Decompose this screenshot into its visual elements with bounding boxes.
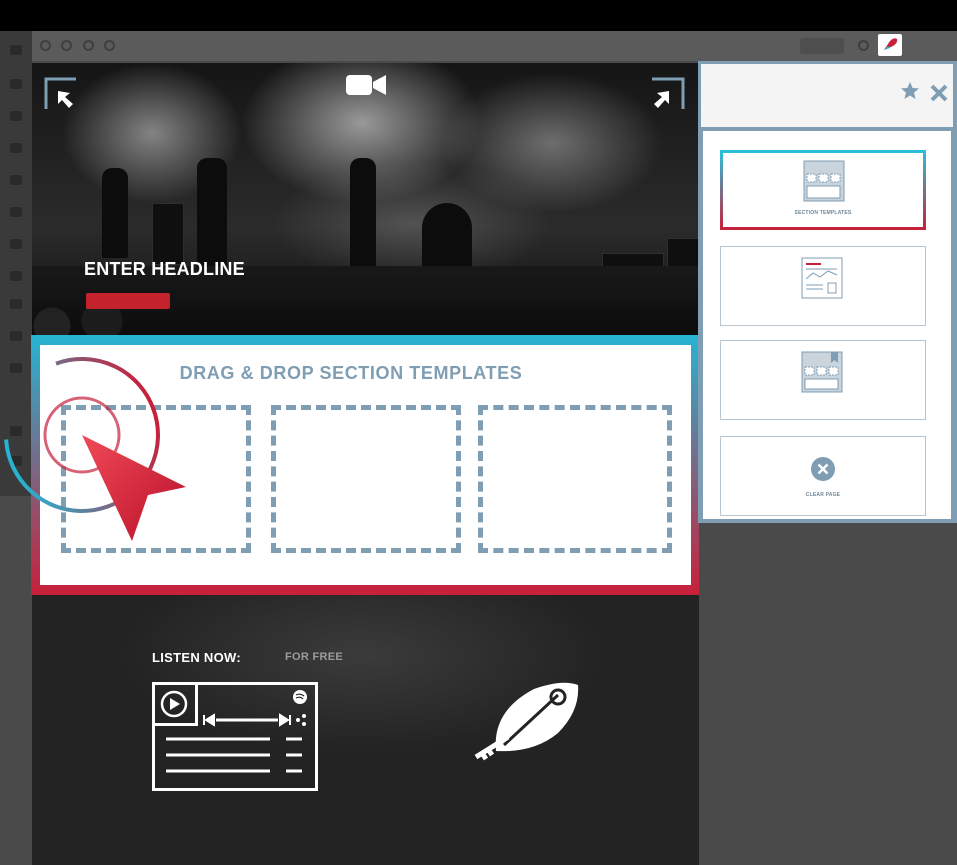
- star-icon[interactable]: [900, 81, 920, 100]
- video-camera-icon: [346, 75, 386, 95]
- clear-page-icon: [811, 457, 835, 481]
- drag-cursor-icon: [4, 357, 186, 541]
- card-page-template[interactable]: [720, 246, 926, 326]
- undo-icon[interactable]: [61, 40, 72, 51]
- listen-section: LISTEN NOW: FOR FREE: [32, 595, 699, 865]
- card-bookmark-template[interactable]: [720, 340, 926, 420]
- page-template-icon: [801, 257, 843, 299]
- hero-headline[interactable]: ENTER HEADLINE: [84, 259, 245, 280]
- band-member: [197, 158, 227, 268]
- sidebar-icon[interactable]: [10, 299, 22, 309]
- panel-header: [701, 64, 953, 127]
- top-black-bar: [0, 0, 957, 31]
- templates-panel: SECTION TEMPLATES CLEAR PAGE: [698, 61, 957, 523]
- sidebar-icon[interactable]: [10, 143, 22, 153]
- card-label: CLEAR PAGE: [805, 492, 841, 498]
- feather-key-logo-icon: [474, 682, 579, 761]
- hero-section: ENTER HEADLINE: [32, 63, 699, 336]
- settings-icon[interactable]: [40, 40, 51, 51]
- drop-slot[interactable]: [271, 405, 461, 553]
- music-player-icon[interactable]: [152, 682, 318, 791]
- section-templates-icon: [803, 160, 845, 202]
- sidebar-icon[interactable]: [10, 175, 22, 185]
- drum-kit: [422, 203, 472, 273]
- hero-cta-bar[interactable]: [86, 293, 170, 309]
- publish-button[interactable]: [800, 38, 844, 54]
- redo-icon[interactable]: [83, 40, 94, 51]
- sidebar-icon[interactable]: [10, 45, 22, 55]
- sidebar-icon[interactable]: [10, 331, 22, 341]
- arrow-up-right-icon[interactable]: [650, 77, 686, 113]
- listen-sub: FOR FREE: [285, 651, 344, 663]
- panel-body: SECTION TEMPLATES CLEAR PAGE: [703, 131, 951, 519]
- close-icon[interactable]: [930, 84, 948, 102]
- stage-speaker: [152, 203, 184, 265]
- sidebar-icon[interactable]: [10, 271, 22, 281]
- sidebar-icon[interactable]: [10, 79, 22, 89]
- plugin-button[interactable]: [878, 34, 902, 56]
- card-label: SECTION TEMPLATES: [794, 210, 852, 216]
- sidebar-icon[interactable]: [10, 239, 22, 249]
- band-member: [102, 168, 128, 258]
- bookmark-template-icon: [801, 351, 843, 393]
- drop-slot[interactable]: [478, 405, 672, 553]
- arrow-up-left-icon[interactable]: [44, 77, 80, 113]
- sidebar-icon[interactable]: [10, 207, 22, 217]
- card-clear-page[interactable]: CLEAR PAGE: [720, 436, 926, 516]
- sidebar-icon[interactable]: [10, 111, 22, 121]
- card-section-templates[interactable]: SECTION TEMPLATES: [720, 150, 926, 230]
- gear-icon[interactable]: [858, 40, 869, 51]
- info-icon[interactable]: [104, 40, 115, 51]
- band-member: [350, 158, 376, 278]
- rocket-icon: [884, 38, 898, 50]
- listen-label: LISTEN NOW:: [152, 650, 241, 665]
